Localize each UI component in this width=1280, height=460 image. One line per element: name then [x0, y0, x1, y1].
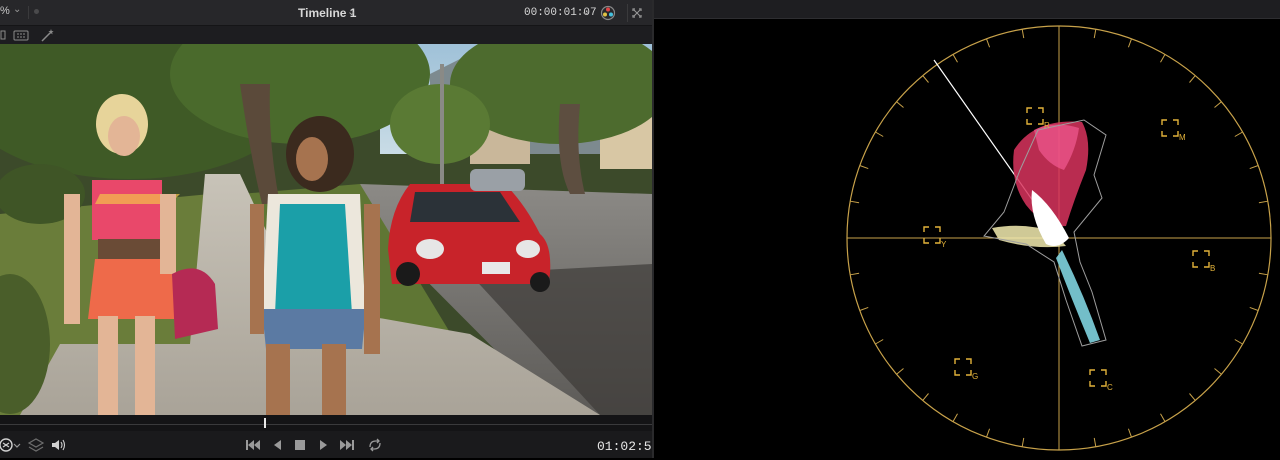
- vectorscope-panel: R M Y B G C: [654, 0, 1280, 458]
- graticule-tick: [1234, 131, 1243, 137]
- chevron-down-icon[interactable]: [12, 435, 22, 455]
- play-icon[interactable]: [313, 435, 333, 455]
- play-reverse-icon[interactable]: [268, 435, 288, 455]
- chevron-down-icon[interactable]: ⌄: [347, 5, 356, 18]
- loop-icon[interactable]: [365, 435, 385, 455]
- target-bracket: [1192, 250, 1210, 268]
- graticule-tick: [1127, 38, 1132, 48]
- skip-to-start-icon[interactable]: [243, 435, 263, 455]
- target-label: Y: [941, 240, 947, 249]
- graticule-tick: [922, 75, 929, 83]
- target-label: C: [1107, 383, 1113, 392]
- stop-icon[interactable]: [290, 435, 310, 455]
- target-r: R: [1026, 107, 1050, 130]
- chevron-down-icon[interactable]: ⌄: [581, 5, 590, 18]
- graticule-tick: [986, 428, 991, 438]
- target-bracket: [1161, 119, 1179, 137]
- target-label: B: [1210, 264, 1215, 273]
- target-bracket: [954, 358, 972, 376]
- chevron-down-icon[interactable]: ⌄: [13, 4, 21, 15]
- viewer-panel: % ⌄ Timeline 1 ⌄ 00:00:01:07 ⌄ 01:02:53:…: [0, 0, 675, 458]
- viewer-header: % ⌄ Timeline 1 ⌄ 00:00:01:07 ⌄: [0, 0, 652, 26]
- graticule-tick: [1214, 101, 1222, 108]
- graticule-tick: [1160, 54, 1166, 63]
- graticule-tick: [1249, 165, 1259, 170]
- target-label: R: [1044, 121, 1050, 130]
- graticule-tick: [875, 339, 884, 345]
- magic-wand-icon[interactable]: [39, 27, 57, 43]
- graticule-tick: [859, 165, 869, 170]
- graticule-tick: [1021, 437, 1025, 447]
- graticule-tick: [1021, 29, 1025, 39]
- vectorscope: R M Y B G C: [846, 25, 1272, 451]
- graticule-tick: [896, 368, 904, 375]
- divider: [28, 6, 29, 19]
- target-bracket: [1089, 369, 1107, 387]
- graticule-tick: [850, 200, 860, 204]
- graticule-tick: [1127, 428, 1132, 438]
- graticule-tick: [875, 131, 884, 137]
- graticule-tick: [1189, 393, 1196, 401]
- target-bracket: [923, 226, 941, 244]
- graticule-tick: [922, 393, 929, 401]
- graticule-tick: [952, 413, 958, 422]
- graticule-tick: [1160, 413, 1166, 422]
- target-c: C: [1089, 369, 1113, 392]
- target-label: G: [972, 372, 978, 381]
- graticule-tick: [1093, 437, 1097, 447]
- graticule-tick: [896, 101, 904, 108]
- target-m: M: [1161, 119, 1186, 142]
- graticule-tick: [1189, 75, 1196, 83]
- graticule-tick: [952, 54, 958, 63]
- target-g: G: [954, 358, 978, 381]
- viewer-toolbar: [0, 26, 652, 44]
- layers-icon[interactable]: [26, 435, 46, 455]
- graticule-tick: [986, 38, 991, 48]
- graticule-tick: [1214, 368, 1222, 375]
- graticule-tick: [850, 272, 860, 276]
- graticule-tick: [1258, 200, 1268, 204]
- zoom-level[interactable]: %: [0, 5, 10, 17]
- color-wheel-icon[interactable]: [598, 4, 618, 22]
- safe-area-icon[interactable]: [12, 27, 30, 43]
- dot-icon: [34, 9, 39, 14]
- target-bracket: [1026, 107, 1044, 125]
- graticule-tick: [859, 306, 869, 311]
- scrubber-bar[interactable]: [0, 415, 652, 431]
- transport-controls: 01:02:53:1: [0, 431, 675, 458]
- graticule-tick: [1258, 272, 1268, 276]
- expand-icon[interactable]: [627, 4, 646, 22]
- scrubber-track: [0, 424, 652, 425]
- vectorscope-trace: [983, 119, 1107, 347]
- graticule-tick: [1093, 29, 1097, 39]
- graticule-tick: [1234, 339, 1243, 345]
- playhead[interactable]: [264, 418, 266, 428]
- video-frame: [0, 44, 652, 415]
- target-b: B: [1192, 250, 1215, 273]
- target-label: M: [1179, 133, 1186, 142]
- skip-to-end-icon[interactable]: [337, 435, 357, 455]
- speaker-icon[interactable]: [49, 435, 69, 455]
- graticule-tick: [1249, 306, 1259, 311]
